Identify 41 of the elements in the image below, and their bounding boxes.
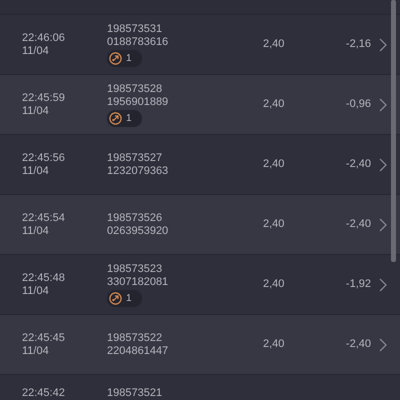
ticket-code: 0188783616	[107, 36, 168, 48]
ticket-id: 198573528	[107, 82, 162, 96]
date-text: 11/04	[22, 224, 50, 238]
stake-amount: 2,40	[263, 278, 286, 291]
date-text: 11/04	[22, 164, 50, 178]
time-text: 22:45:42	[22, 387, 66, 400]
ticket-code: 2204861447	[107, 344, 168, 358]
ticket-id: 198573522	[107, 332, 162, 344]
ticket-id: 198573526	[107, 212, 162, 224]
date-text: 11/04	[22, 284, 50, 298]
result-amount: -2,40	[344, 338, 371, 351]
ticket-code: 1956901889	[107, 96, 168, 108]
time-text: 22:45:59	[22, 92, 66, 104]
result-amount: -2,16	[344, 38, 371, 51]
result-amount: -2,40	[344, 218, 371, 231]
time-text: 22:45:56	[22, 152, 66, 164]
ticket-id: 198573531	[107, 22, 162, 36]
date-text: 11/04	[22, 344, 50, 358]
ticket-code: 3307182081	[107, 276, 168, 288]
ticket-id: 198573527	[107, 152, 162, 164]
time-text: 22:45:48	[22, 272, 66, 284]
stake-amount: 2,40	[263, 338, 286, 351]
result-amount: -2,40	[344, 158, 371, 171]
ticket-id: 198573523	[107, 262, 162, 276]
stake-amount: 2,40	[263, 98, 286, 111]
time-text: 22:45:45	[22, 332, 66, 344]
count-badge: 1	[107, 290, 142, 306]
count-badge: 1	[107, 110, 142, 126]
result-amount: -0,96	[344, 98, 371, 111]
stake-amount: 2,40	[263, 158, 286, 171]
ticket-id: 198573521	[107, 387, 162, 400]
ticket-code: 0263953920	[107, 224, 168, 238]
stake-amount: 2,40	[263, 38, 286, 51]
result-amount: -1,92	[344, 278, 371, 291]
count-badge: 1	[107, 50, 142, 66]
date-text: 11/04	[22, 44, 50, 58]
ticket-code: 1232079363	[107, 164, 168, 178]
time-text: 22:45:54	[22, 212, 66, 224]
date-text: 11/04	[22, 104, 50, 118]
time-text: 22:46:06	[22, 32, 66, 44]
stake-amount: 2,40	[263, 218, 286, 231]
